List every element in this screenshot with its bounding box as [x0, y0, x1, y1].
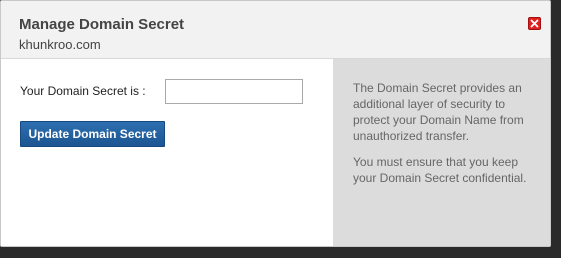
close-button[interactable]: [528, 17, 541, 30]
form-panel: Your Domain Secret is : Update Domain Se…: [1, 59, 333, 246]
domain-secret-input[interactable]: [165, 79, 303, 104]
info-panel: The Domain Secret provides an additional…: [333, 59, 550, 246]
manage-domain-secret-dialog: Manage Domain Secret khunkroo.com Your D…: [0, 0, 551, 247]
domain-secret-label: Your Domain Secret is :: [20, 84, 146, 98]
update-domain-secret-button[interactable]: Update Domain Secret: [20, 121, 165, 147]
info-paragraph-security: The Domain Secret provides an additional…: [353, 81, 524, 143]
dialog-title: Manage Domain Secret: [19, 16, 185, 33]
dialog-header: Manage Domain Secret khunkroo.com: [1, 1, 550, 59]
close-icon: [530, 19, 539, 28]
domain-name: khunkroo.com: [19, 37, 101, 52]
info-paragraph-confidential: You must ensure that you keep your Domai…: [353, 155, 527, 185]
